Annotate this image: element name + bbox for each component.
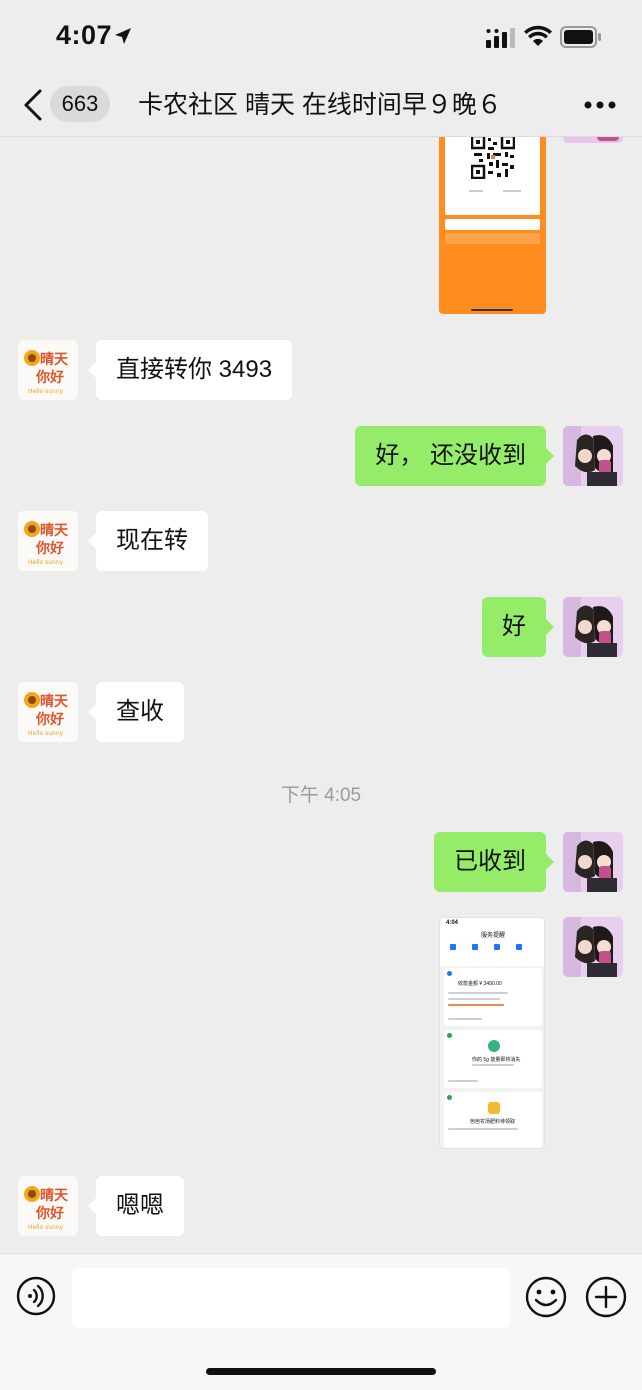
message-bubble[interactable]: 好， 还没收到 [355, 426, 554, 486]
sunflower-logo-icon: 晴天 你好 Hello sunny [18, 682, 78, 742]
svg-text:晴天: 晴天 [40, 1187, 69, 1204]
message-row-incoming: 晴天 你好 Hello sunny 查收 [0, 682, 642, 742]
screenshot-shortcut-row [450, 944, 538, 952]
svg-text:你好: 你好 [35, 711, 64, 728]
qr-caption-left [469, 190, 483, 192]
message-row-outgoing: 已收到 [0, 832, 642, 892]
qr-card [445, 137, 540, 207]
qr-caption-right [503, 190, 521, 192]
screenshot-energy-card: 你的 5g 能量即将消失 [444, 1030, 542, 1088]
svg-text:晴天: 晴天 [40, 522, 69, 539]
screenshot-amount: 收款金额 ¥ 3490.00 [458, 981, 502, 987]
chat-header: 663 卡农社区 晴天 在线时间早９晚６ [0, 74, 642, 137]
svg-text:你好: 你好 [35, 1205, 64, 1222]
screenshot-farm-text: 芭芭农场肥料待领取 [470, 1119, 516, 1125]
screenshot-energy-text: 你的 5g 能量即将消失 [472, 1057, 521, 1063]
svg-text:晴天: 晴天 [40, 351, 69, 368]
screenshot-header: 4:04 服务提醒 [440, 918, 544, 966]
screenshot-time: 4:04 [446, 920, 459, 926]
svg-text:Hello sunny: Hello sunny [28, 388, 64, 395]
message-bubble[interactable]: 已收到 [434, 832, 554, 892]
message-input[interactable] [72, 1268, 510, 1328]
contact-avatar[interactable]: 晴天 你好 Hello sunny [18, 1176, 78, 1236]
qr-option-row [445, 204, 540, 215]
back-chevron-icon[interactable] [20, 88, 48, 122]
shared-image-qr[interactable] [439, 137, 546, 314]
svg-text:Hello sunny: Hello sunny [28, 730, 64, 737]
status-bar: 4:07 [0, 0, 642, 74]
qr-code-icon [471, 137, 515, 179]
chat-title: 卡农社区 晴天 在线时间早９晚６ [138, 91, 502, 119]
cellular-signal-icon [486, 28, 515, 48]
shared-image-screenshot[interactable]: 4:04 服务提醒 收款金额 ¥ 3490.00 你的 5g 能量即将消失 芭芭… [439, 917, 545, 1149]
message-row-incoming: 晴天 你好 Hello sunny 嗯嗯 [0, 1176, 642, 1236]
contact-avatar[interactable]: 晴天 你好 Hello sunny [18, 682, 78, 742]
svg-text:你好: 你好 [35, 540, 64, 557]
screenshot-title: 服务提醒 [481, 933, 506, 939]
more-options-icon[interactable] [584, 96, 616, 114]
message-row-outgoing: 好， 还没收到 [0, 426, 642, 486]
wifi-icon [524, 25, 552, 46]
home-indicator [206, 1368, 436, 1375]
message-row-outgoing: 好 [0, 597, 642, 657]
message-bubble[interactable]: 嗯嗯 [88, 1176, 184, 1236]
user-avatar[interactable] [563, 832, 623, 892]
contact-avatar[interactable]: 晴天 你好 Hello sunny [18, 340, 78, 400]
message-list[interactable]: 晴天 你好 Hello sunny 直接转你 3493 好， 还没收到 晴天 你… [0, 137, 642, 1252]
user-avatar[interactable] [563, 597, 623, 657]
qr-option-row [445, 219, 540, 230]
contact-avatar[interactable]: 晴天 你好 Hello sunny [18, 511, 78, 571]
emoji-icon[interactable] [525, 1276, 567, 1318]
battery-icon [560, 26, 601, 48]
user-avatar[interactable] [563, 917, 623, 977]
add-attachment-icon[interactable] [585, 1276, 627, 1318]
location-arrow-icon [115, 28, 131, 44]
message-bubble[interactable]: 查收 [88, 682, 184, 742]
status-time: 4:07 [56, 20, 113, 50]
user-avatar[interactable] [563, 137, 623, 143]
sunflower-logo-icon: 晴天 你好 Hello sunny [18, 511, 78, 571]
svg-text:晴天: 晴天 [40, 693, 69, 710]
sunflower-logo-icon: 晴天 你好 Hello sunny [18, 340, 78, 400]
screenshot-farm-card: 芭芭农场肥料待领取 [444, 1092, 542, 1148]
svg-text:你好: 你好 [35, 369, 64, 386]
qr-option-row [445, 233, 540, 244]
unread-count-badge[interactable]: 663 [50, 86, 110, 122]
screenshot-payment-card: 收款金额 ¥ 3490.00 [444, 968, 542, 1026]
message-bubble[interactable]: 好 [482, 597, 554, 657]
message-timestamp: 下午 4:05 [280, 785, 362, 806]
sunflower-logo-icon: 晴天 你好 Hello sunny [18, 1176, 78, 1236]
svg-text:Hello sunny: Hello sunny [28, 559, 64, 566]
home-indicator [471, 309, 513, 311]
message-row-incoming: 晴天 你好 Hello sunny 现在转 [0, 511, 642, 571]
svg-text:Hello sunny: Hello sunny [28, 1224, 64, 1231]
voice-input-icon[interactable] [16, 1276, 56, 1316]
message-row-incoming: 晴天 你好 Hello sunny 直接转你 3493 [0, 340, 642, 400]
message-bubble[interactable]: 直接转你 3493 [87, 340, 293, 400]
message-bubble[interactable]: 现在转 [88, 511, 208, 571]
user-avatar[interactable] [563, 426, 623, 486]
